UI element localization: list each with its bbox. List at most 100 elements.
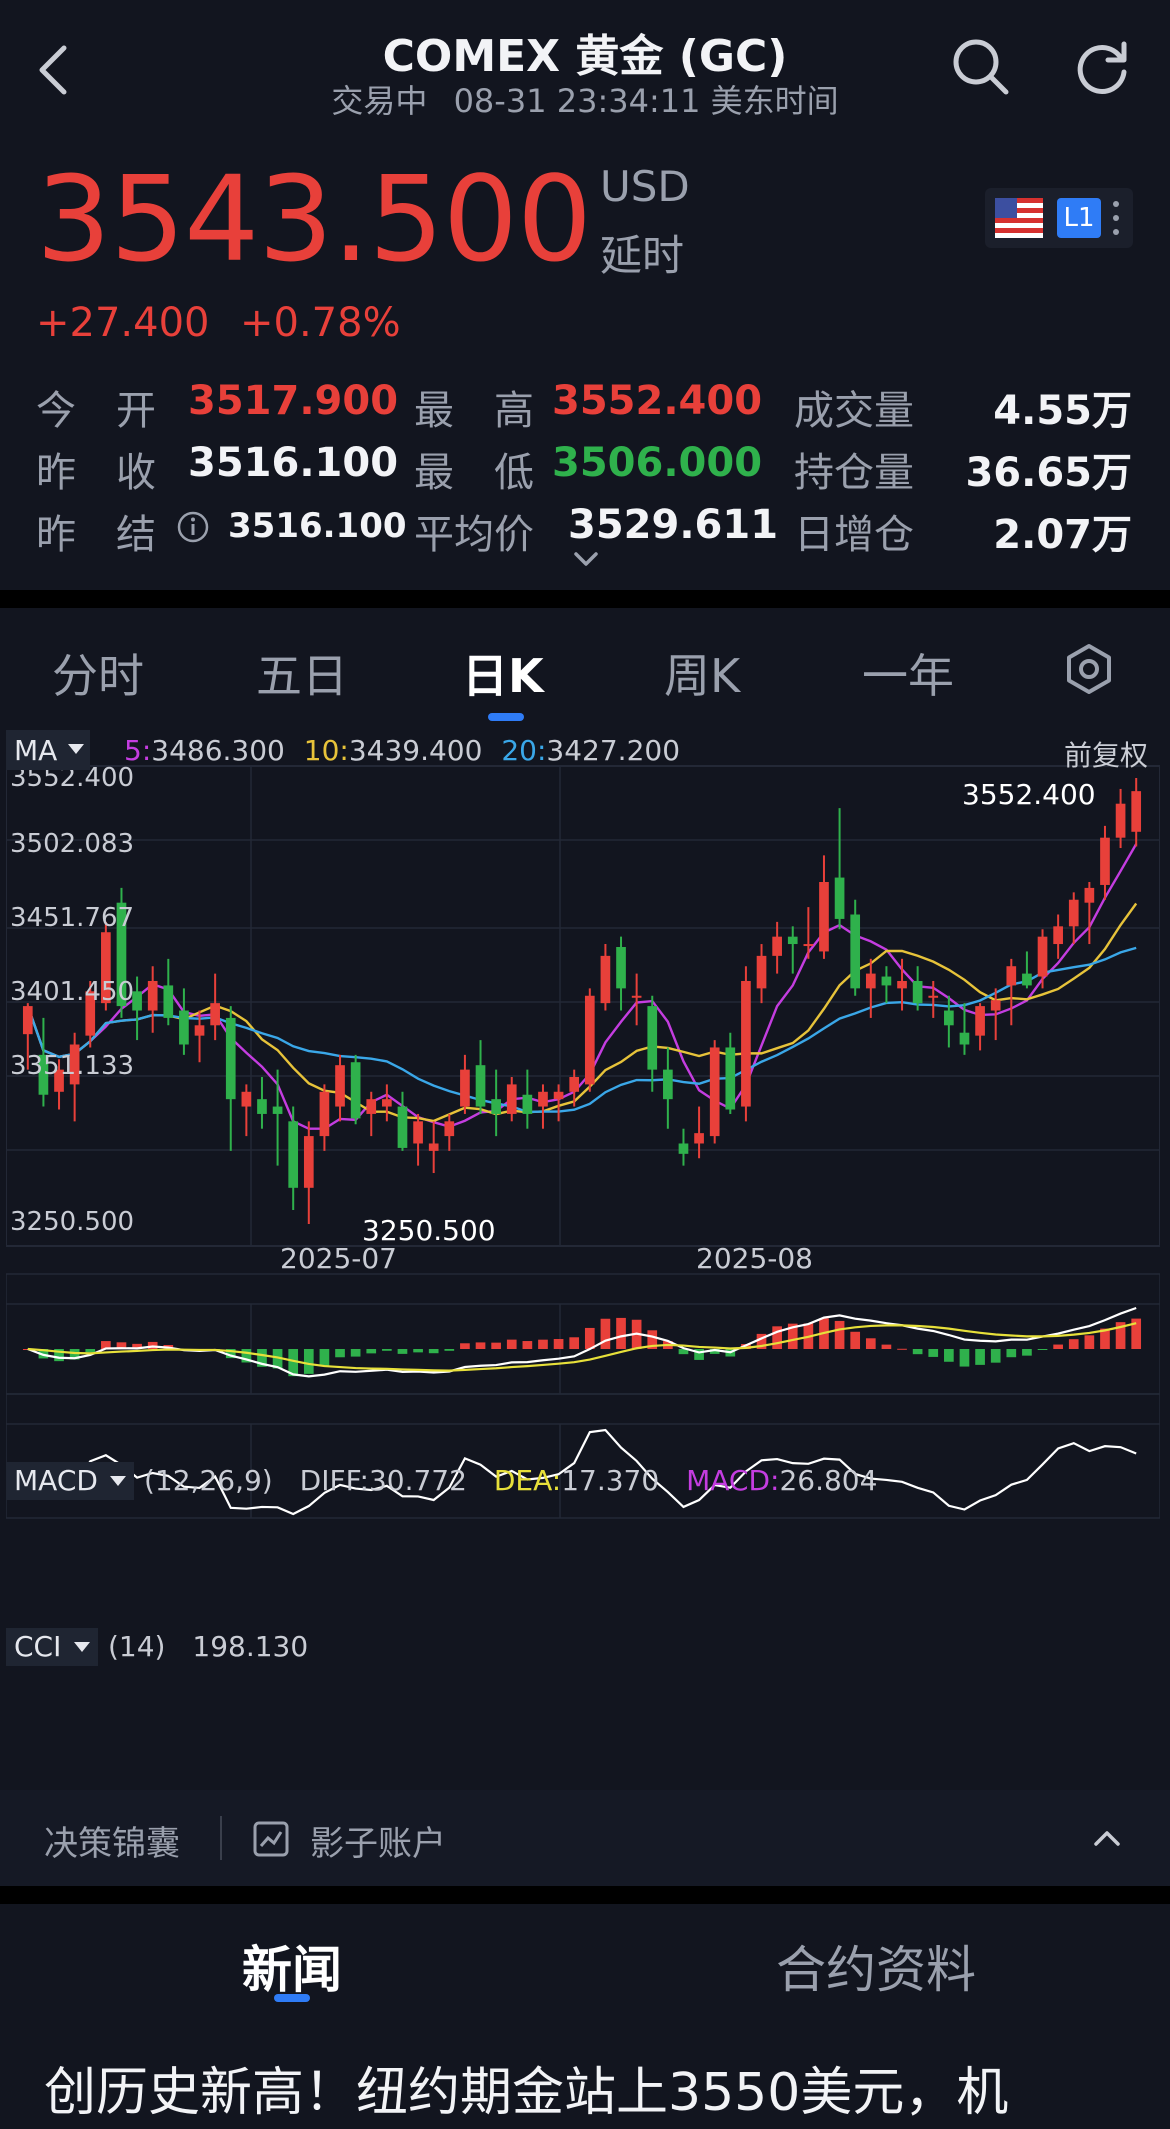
candle <box>350 1054 361 1125</box>
adjust-label[interactable]: 前复权 <box>1064 734 1148 774</box>
candle-body <box>694 1133 704 1144</box>
macd-value: 26.804 <box>779 1464 878 1497</box>
candle-body <box>350 1062 361 1119</box>
macd-bar <box>584 1327 595 1349</box>
macd-bar <box>85 1349 96 1353</box>
ma5-value: 3486.300 <box>151 734 285 767</box>
macd-bar <box>350 1349 361 1357</box>
candle-body <box>663 1069 673 1100</box>
macd-selector[interactable]: MACD <box>6 1462 134 1500</box>
min-price-label: 3250.500 <box>362 1214 496 1247</box>
macd-bar <box>475 1342 486 1349</box>
candle-body <box>460 1069 470 1107</box>
tab-daily-k[interactable]: 日K <box>462 640 544 706</box>
candle <box>147 966 158 1033</box>
candle-body <box>584 995 595 1085</box>
tab-news[interactable]: 新闻 <box>242 1930 342 2002</box>
info-icon[interactable] <box>176 510 210 544</box>
macd-bar <box>1022 1349 1032 1356</box>
candle-body <box>975 1006 985 1036</box>
candle <box>506 1077 517 1122</box>
tab-one-year[interactable]: 一年 <box>862 640 954 706</box>
tab-contract-info[interactable]: 合约资料 <box>776 1930 976 2002</box>
settings-icon[interactable] <box>1062 642 1116 696</box>
candle <box>584 988 595 1092</box>
avg-value: 3529.611 <box>568 502 779 548</box>
candle-body <box>553 1091 564 1100</box>
prev-close-label: 昨 收 <box>36 450 156 496</box>
price-change-pct: +0.78% <box>240 300 401 346</box>
candle-body <box>22 1006 33 1035</box>
candle-body <box>288 1121 299 1188</box>
cci-selector[interactable]: CCI <box>6 1628 98 1666</box>
us-flag-icon <box>995 198 1043 238</box>
macd-bar <box>1053 1344 1063 1349</box>
timestamp: 08-31 23:34:11 美东时间 <box>453 82 839 120</box>
candle-body <box>194 1025 205 1036</box>
candle <box>616 936 626 1011</box>
tab-five-day[interactable]: 五日 <box>256 640 348 706</box>
candle-body <box>725 1047 736 1110</box>
candle <box>319 1084 330 1151</box>
candle-body <box>881 976 892 986</box>
candle <box>741 966 751 1122</box>
tab-intraday[interactable]: 分时 <box>52 640 144 706</box>
more-icon[interactable] <box>1109 196 1123 240</box>
candle-body <box>163 985 174 1018</box>
macd-bar <box>382 1349 392 1351</box>
macd-bar <box>975 1349 985 1365</box>
candle-body <box>850 914 861 989</box>
candle <box>1068 892 1079 945</box>
candle <box>569 1069 580 1107</box>
candle <box>1022 951 1032 989</box>
ma-selector[interactable]: MA <box>6 730 90 770</box>
search-icon[interactable] <box>948 34 1012 98</box>
candle-body <box>241 1091 252 1107</box>
candle-body <box>475 1065 486 1107</box>
candle-body <box>928 995 939 998</box>
shadow-account-link[interactable]: 影子账户 <box>310 1816 446 1865</box>
ma-legend: 5:3486.300 10:3439.400 20:3427.200 <box>124 734 681 767</box>
chevron-up-icon[interactable] <box>1090 1826 1124 1850</box>
cci-legend: (14) 198.130 <box>108 1630 308 1663</box>
oi-value: 36.65万 <box>965 450 1132 496</box>
candle <box>725 1032 736 1114</box>
macd-bar <box>600 1318 611 1349</box>
caret-down-icon <box>110 1476 126 1486</box>
candle <box>678 1128 689 1166</box>
candle <box>241 1084 252 1137</box>
candle <box>850 899 861 996</box>
macd-bar <box>319 1349 330 1367</box>
ma20-line <box>26 946 1137 1114</box>
candle <box>366 1091 377 1137</box>
candle-body <box>382 1099 392 1107</box>
candle-body <box>709 1047 720 1137</box>
decision-tips-link[interactable]: 决策锦囊 <box>44 1816 180 1865</box>
dea-value: 17.370 <box>561 1464 660 1497</box>
candle-body <box>616 947 626 989</box>
cci-params: (14) <box>108 1630 166 1663</box>
refresh-icon[interactable] <box>1070 34 1134 98</box>
candle-body <box>772 936 782 956</box>
market-badge[interactable]: L1 <box>985 188 1133 248</box>
candle-body <box>865 973 876 989</box>
candle-body <box>397 1106 408 1148</box>
candle <box>413 1113 423 1166</box>
candle-body <box>428 1143 439 1151</box>
tab-weekly-k[interactable]: 周K <box>664 640 740 706</box>
candle <box>1053 914 1063 959</box>
candle-body <box>1053 926 1063 945</box>
candle <box>631 973 642 1026</box>
news-headline[interactable]: 创历史新高！纽约期金站上3550美元，机 <box>44 2050 1008 2125</box>
max-price-label: 3552.400 <box>962 778 1096 811</box>
macd-bar <box>366 1349 377 1354</box>
candle-body <box>506 1084 517 1114</box>
candle <box>803 907 814 959</box>
candle <box>163 958 174 1026</box>
macd-bar <box>569 1337 580 1349</box>
chevron-down-icon[interactable] <box>568 548 604 572</box>
candle-body <box>522 1094 533 1114</box>
prev-settle-label: 昨 结 <box>36 512 156 558</box>
candle <box>257 1077 267 1129</box>
last-price: 3543.500 <box>36 150 592 288</box>
